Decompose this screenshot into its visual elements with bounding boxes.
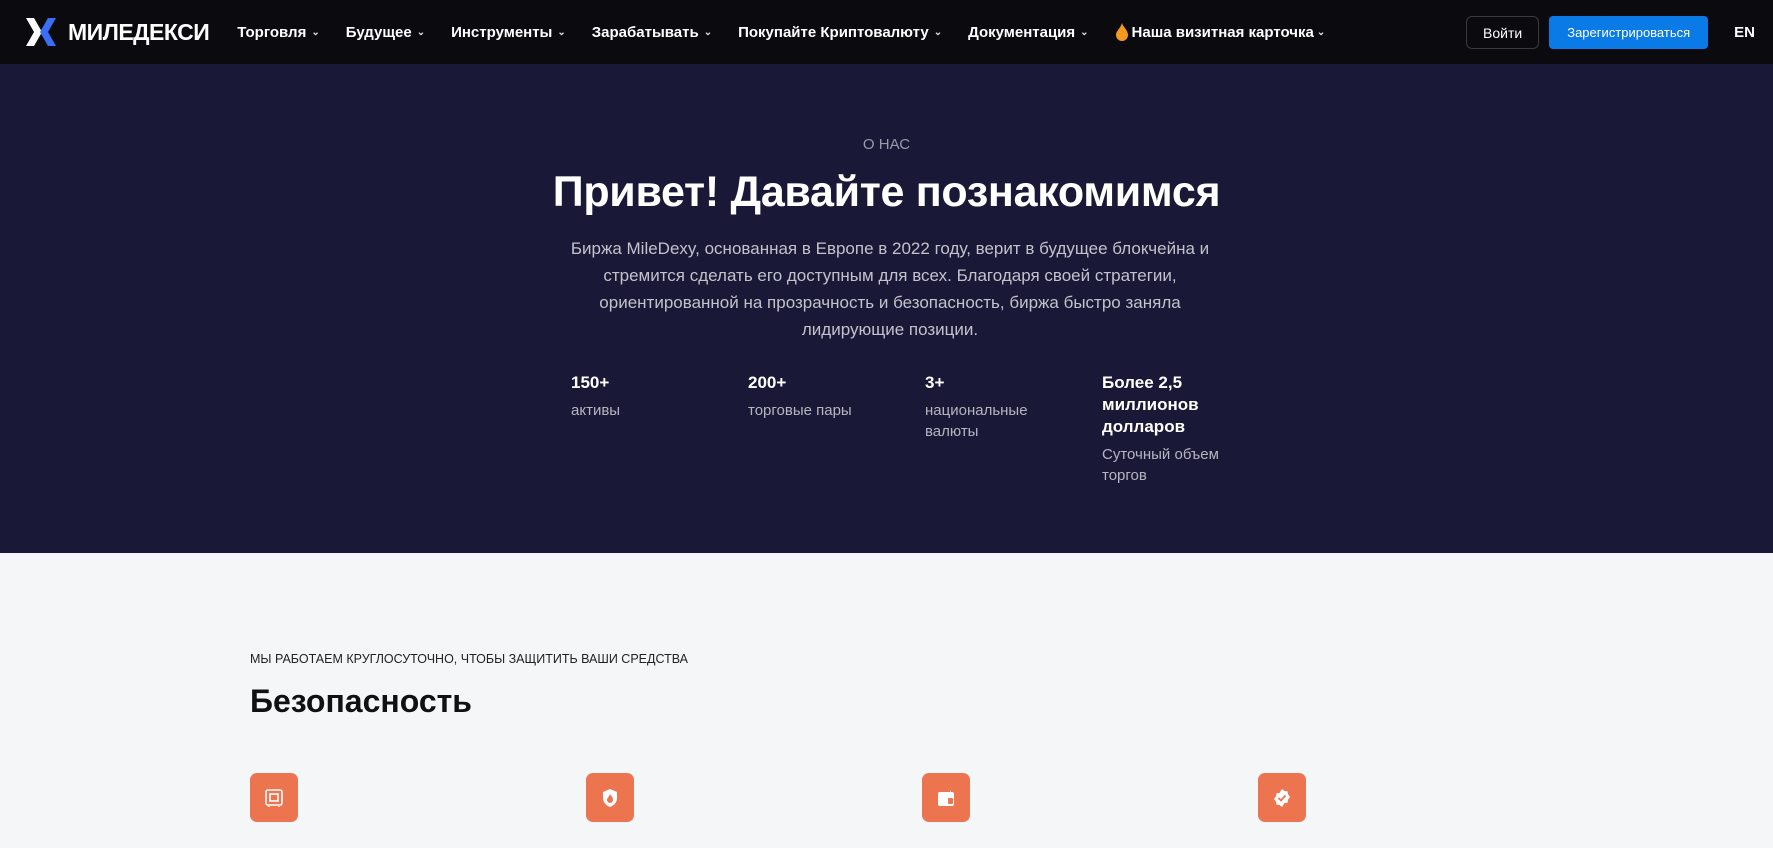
- nav-item-docs[interactable]: Документация ⌄: [968, 24, 1088, 41]
- nav-label: Покупайте Криптовалюту: [738, 23, 929, 41]
- stat-label: Суточный объем торгов: [1102, 446, 1219, 484]
- security-section: МЫ РАБОТАЕМ КРУГЛОСУТОЧНО, ЧТОБЫ ЗАЩИТИТ…: [0, 553, 1773, 848]
- logo-x-icon: [26, 18, 56, 46]
- brand-name: МИЛЕДЕКСИ: [68, 18, 210, 45]
- stat-assets: 150+ активы: [571, 372, 748, 486]
- about-hero: О НАС Привет! Давайте познакомимся Биржа…: [0, 64, 1773, 553]
- stat-label: активы: [571, 402, 621, 419]
- stat-value: 3+: [925, 373, 945, 392]
- nav-label: Инструменты: [451, 23, 553, 41]
- about-description: Биржа MileDexy, основанная в Европе в 20…: [570, 239, 1210, 339]
- stat-value: Более 2,5 миллионов долларов: [1102, 373, 1199, 436]
- stat-currencies: 3+ национальные валюты: [925, 372, 1102, 486]
- nav-label: Зарабатывать: [591, 23, 699, 41]
- chevron-down-icon: ⌄: [703, 26, 713, 38]
- register-button[interactable]: Зарегистрироваться: [1549, 16, 1709, 49]
- stat-label: торговые пары: [748, 402, 852, 419]
- nav-label: Торговля: [237, 23, 307, 41]
- stats-row: 150+ активы 200+ торговые пары 3+ националь…: [571, 372, 1279, 486]
- section-title: Безопасность: [250, 683, 472, 719]
- section-eyebrow: О НАС: [862, 136, 911, 153]
- nav-item-business-card[interactable]: Наша визитная карточка ⌄: [1115, 23, 1326, 41]
- language-selector[interactable]: EN: [1734, 24, 1755, 41]
- chevron-down-icon: ⌄: [1316, 26, 1326, 38]
- chevron-down-icon: ⌄: [416, 26, 426, 38]
- stat-volume: Более 2,5 миллионов долларов Суточный объ…: [1102, 372, 1279, 486]
- chevron-down-icon: ⌄: [311, 26, 320, 38]
- chevron-down-icon: ⌄: [557, 26, 566, 38]
- chevron-down-icon: ⌄: [933, 26, 943, 38]
- verified-badge-icon: [1258, 773, 1306, 822]
- stat-label: национальные валюты: [925, 402, 1028, 440]
- nav-item-earn[interactable]: Зарабатывать ⌄: [592, 24, 712, 41]
- login-button[interactable]: Войти: [1466, 16, 1540, 49]
- top-navbar: МИЛЕДЕКСИ Торговля ⌄ Будущее ⌄ Инструменты…: [0, 0, 1773, 64]
- stat-pairs: 200+ торговые пары: [748, 372, 925, 486]
- shield-fire-icon: [586, 773, 634, 822]
- nav-item-buy-crypto[interactable]: Покупайте Криптовалюту ⌄: [738, 24, 942, 41]
- nav-label: Наша визитная карточка: [1131, 23, 1314, 41]
- brand-logo[interactable]: МИЛЕДЕКСИ: [24, 16, 210, 48]
- chevron-down-icon: ⌄: [1080, 26, 1089, 38]
- nav-label: Документация: [968, 23, 1076, 41]
- section-eyebrow: МЫ РАБОТАЕМ КРУГЛОСУТОЧНО, ЧТОБЫ ЗАЩИТИТ…: [250, 652, 688, 666]
- stat-value: 150+: [571, 373, 610, 392]
- nav-item-trading[interactable]: Торговля ⌄: [237, 24, 319, 41]
- page-title: Привет! Давайте познакомимся: [552, 168, 1221, 216]
- nav-item-futures[interactable]: Будущее ⌄: [346, 24, 425, 41]
- nav-item-tools[interactable]: Инструменты ⌄: [451, 24, 566, 41]
- safe-icon: [250, 773, 298, 822]
- fire-icon: [1115, 23, 1128, 41]
- nav-label: Будущее: [345, 23, 412, 41]
- wallet-icon: [922, 773, 970, 822]
- stat-value: 200+: [748, 373, 787, 392]
